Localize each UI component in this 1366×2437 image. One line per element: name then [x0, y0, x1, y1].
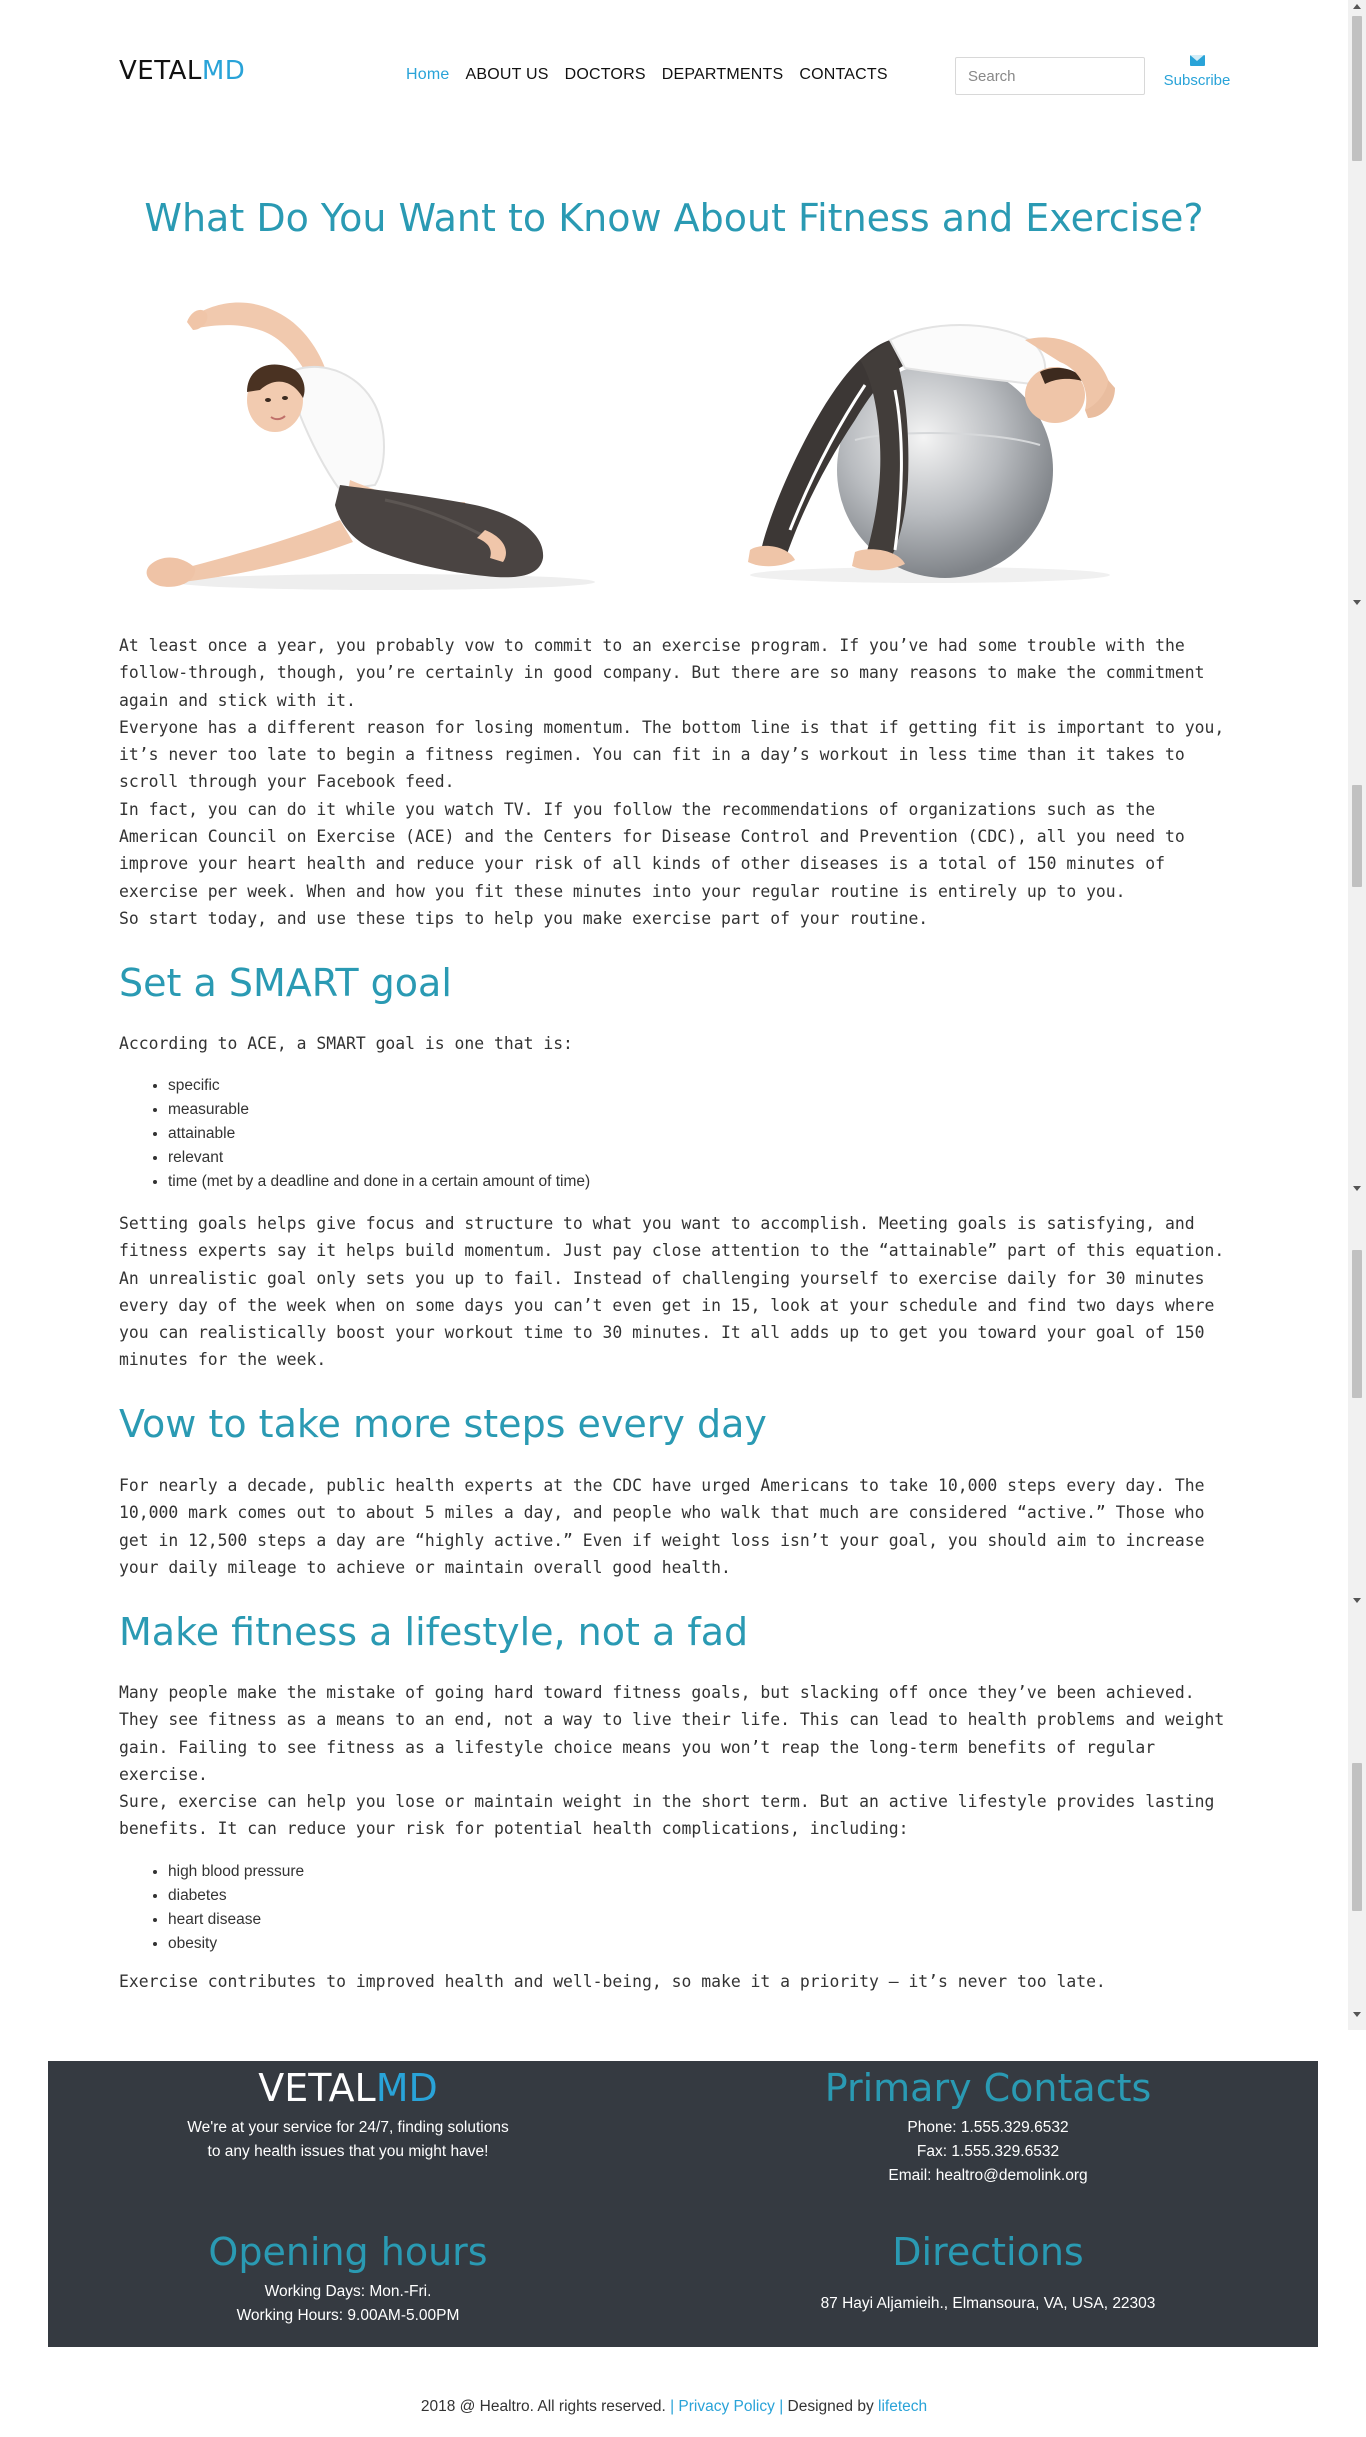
scroll-thumb-segment: [1352, 1250, 1362, 1398]
footer-phone: Phone: 1.555.329.6532: [907, 2119, 1069, 2136]
footer-logo-text: VETAL: [258, 2066, 376, 2110]
site-header: VETALMD Home ABOUT US DOCTORS DEPARTMENT…: [0, 0, 1348, 150]
intro-paragraph: In fact, you can do it while you watch T…: [119, 799, 1185, 901]
scroll-marker-icon: [1353, 1598, 1361, 1603]
intro-paragraph: At least once a year, you probably vow t…: [119, 636, 1205, 710]
section-heading-steps: Vow to take more steps every day: [119, 1402, 767, 1446]
footer-heading-directions: Directions: [892, 2230, 1084, 2274]
page-scrollbar[interactable]: [1348, 0, 1366, 2030]
logo-text: VETAL: [119, 56, 202, 86]
footer-logo[interactable]: VETALMD: [48, 2069, 648, 2107]
footer-directions: Directions 87 Hayi Aljamieih., Elmansour…: [688, 2233, 1288, 2316]
footer-tagline: to any health issues that you might have…: [207, 2143, 489, 2160]
list-item: obesity: [168, 1932, 1234, 1956]
list-item: measurable: [168, 1098, 1234, 1122]
scroll-marker-icon: [1353, 1186, 1361, 1191]
nav-departments[interactable]: DEPARTMENTS: [662, 66, 784, 84]
footer-about: VETALMD We're at your service for 24/7, …: [48, 2069, 648, 2164]
footer-logo-accent: MD: [375, 2066, 438, 2110]
footer-address: 87 Hayi Aljamieih., Elmansoura, VA, USA,…: [820, 2295, 1156, 2312]
site-footer: VETALMD We're at your service for 24/7, …: [48, 2061, 1318, 2347]
subscribe-label: Subscribe: [1163, 72, 1231, 89]
footer-working-hours: Working Hours: 9.00AM-5.00PM: [236, 2307, 460, 2324]
footer-tagline: We're at your service for 24/7, finding …: [187, 2119, 509, 2136]
list-item: specific: [168, 1074, 1234, 1098]
scroll-thumb[interactable]: [1352, 16, 1362, 161]
subscribe-button[interactable]: Subscribe: [1160, 55, 1234, 89]
health-complications-list: high blood pressure diabetes heart disea…: [119, 1860, 1234, 1956]
footer-hours: Opening hours Working Days: Mon.-Fri. Wo…: [48, 2233, 648, 2328]
footer-contacts: Primary Contacts Phone: 1.555.329.6532 F…: [688, 2069, 1288, 2188]
footer-heading-hours: Opening hours: [208, 2230, 488, 2274]
scroll-up-arrow-icon[interactable]: [1353, 4, 1361, 9]
section-heading-smart-goal: Set a SMART goal: [119, 961, 452, 1005]
footer-fax: Fax: 1.555.329.6532: [916, 2143, 1060, 2160]
site-logo[interactable]: VETALMD: [119, 56, 245, 86]
stretching-woman-image: [146, 302, 595, 590]
scroll-thumb-segment: [1352, 785, 1362, 887]
designer-link[interactable]: lifetech: [878, 2398, 927, 2415]
list-item: heart disease: [168, 1908, 1234, 1932]
main-nav: Home ABOUT US DOCTORS DEPARTMENTS CONTAC…: [406, 66, 904, 84]
scroll-thumb-segment: [1352, 1763, 1362, 1911]
section-body-text: For nearly a decade, public health exper…: [119, 1476, 1205, 1577]
list-item: high blood pressure: [168, 1860, 1234, 1884]
section-heading-lifestyle: Make fitness a lifestyle, not a fad: [119, 1610, 749, 1654]
section-body-text: Setting goals helps give focus and struc…: [119, 1214, 1225, 1370]
footer-working-days: Working Days: Mon.-Fri.: [264, 2283, 432, 2300]
separator: |: [779, 2398, 784, 2415]
intro-paragraph: Everyone has a different reason for losi…: [119, 717, 1225, 792]
footer-email[interactable]: Email: healtro@demolink.org: [688, 2164, 1288, 2188]
logo-accent-text: MD: [201, 56, 246, 86]
search-input[interactable]: [955, 57, 1145, 95]
footer-heading-contacts: Primary Contacts: [824, 2066, 1152, 2110]
scroll-marker-icon: [1353, 600, 1361, 605]
section-lead-text: According to ACE, a SMART goal is one th…: [119, 1034, 573, 1053]
list-item: time (met by a deadline and done in a ce…: [168, 1170, 1234, 1194]
list-item: attainable: [168, 1122, 1234, 1146]
privacy-policy-link[interactable]: Privacy Policy: [678, 2398, 774, 2415]
nav-home[interactable]: Home: [406, 66, 449, 84]
designed-by-label: Designed by: [787, 2398, 874, 2415]
nav-about-us[interactable]: ABOUT US: [465, 66, 548, 84]
closing-text: Exercise contributes to improved health …: [119, 1972, 1106, 1991]
scroll-down-arrow-icon[interactable]: [1353, 2012, 1361, 2017]
article-title: What Do You Want to Know About Fitness a…: [144, 196, 1204, 240]
section-body-text: Sure, exercise can help you lose or main…: [119, 1792, 1215, 1839]
nav-contacts[interactable]: CONTACTS: [799, 66, 887, 84]
list-item: relevant: [168, 1146, 1234, 1170]
intro-paragraph: So start today, and use these tips to he…: [119, 908, 929, 928]
article-intro: At least once a year, you probably vow t…: [119, 632, 1234, 932]
nav-doctors[interactable]: DOCTORS: [565, 66, 646, 84]
list-item: diabetes: [168, 1884, 1234, 1908]
envelope-icon: [1189, 55, 1205, 66]
copyright-bar: 2018 @ Healtro. All rights reserved. | P…: [0, 2398, 1348, 2416]
exercise-ball-image: [748, 324, 1115, 583]
section-body-text: Many people make the mistake of going ha…: [119, 1683, 1225, 1784]
separator: |: [670, 2398, 675, 2415]
smart-goal-list: specific measurable attainable relevant …: [119, 1074, 1234, 1194]
copyright-text: 2018 @ Healtro. All rights reserved.: [420, 2398, 666, 2415]
